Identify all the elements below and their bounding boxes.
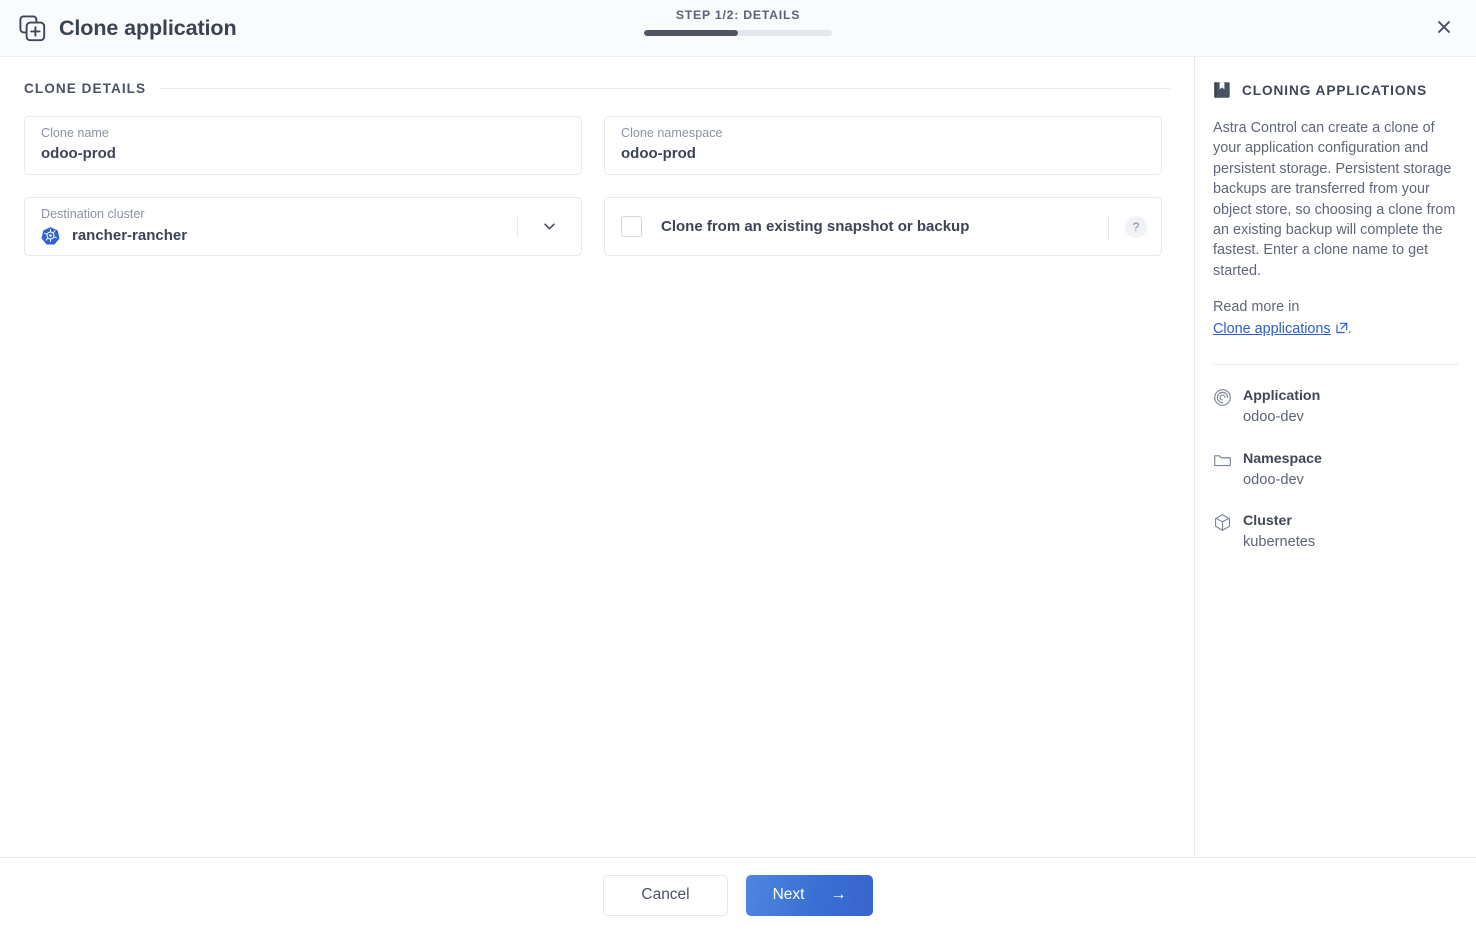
clone-from-snapshot-help-group: ? <box>1108 198 1161 255</box>
section-divider <box>160 88 1170 89</box>
step-progress-fill <box>644 30 738 36</box>
meta-value: odoo-dev <box>1243 471 1304 488</box>
question-mark-icon[interactable]: ? <box>1125 215 1147 238</box>
form-grid: Clone name odoo-prod Clone namespace odo… <box>24 116 1170 256</box>
clone-namespace-input[interactable]: odoo-prod <box>621 145 1147 164</box>
clone-details-section-header: CLONE DETAILS <box>24 81 1170 96</box>
dialog-body: CLONE DETAILS Clone name odoo-prod Clone… <box>0 57 1476 858</box>
next-button-label: Next <box>772 886 805 903</box>
destination-cluster-value: rancher-rancher <box>72 226 188 244</box>
clone-plus-icon <box>19 14 46 42</box>
book-icon <box>1213 81 1231 99</box>
help-divider <box>1108 214 1109 239</box>
cube-icon <box>1213 513 1232 532</box>
clone-from-snapshot-field[interactable]: Clone from an existing snapshot or backu… <box>604 197 1162 256</box>
folder-icon <box>1213 451 1232 470</box>
dialog-title-group: Clone application <box>0 14 237 42</box>
step-label: STEP 1/2: DETAILS <box>675 8 801 22</box>
close-button[interactable] <box>1426 10 1462 46</box>
next-button[interactable]: Next → <box>746 874 873 916</box>
section-title: CLONE DETAILS <box>24 81 147 96</box>
meta-text-group: Namespace odoo-dev <box>1243 450 1322 491</box>
sidebar-header: CLONING APPLICATIONS <box>1213 81 1458 99</box>
help-sidebar: CLONING APPLICATIONS Astra Control can c… <box>1195 57 1476 857</box>
clone-details-form: CLONE DETAILS Clone name odoo-prod Clone… <box>0 57 1195 857</box>
destination-cluster-label: Destination cluster <box>41 207 145 221</box>
meta-item-namespace: Namespace odoo-dev <box>1213 450 1458 491</box>
meta-value: odoo-dev <box>1243 409 1304 426</box>
clone-from-snapshot-checkbox[interactable] <box>621 216 642 237</box>
read-more-prefix: Read more in <box>1213 299 1300 316</box>
meta-text-group: Application odoo-dev <box>1243 387 1320 428</box>
destination-cluster-select[interactable]: Destination cluster rancher-rancher <box>24 197 582 256</box>
sidebar-read-more: Read more in Clone applications. <box>1213 297 1458 340</box>
clone-name-label: Clone name <box>41 126 109 140</box>
meta-key: Cluster <box>1243 512 1292 529</box>
clone-name-input[interactable]: odoo-prod <box>41 145 567 164</box>
destination-cluster-value-row: rancher-rancher <box>41 226 567 245</box>
clone-from-snapshot-label[interactable]: Clone from an existing snapshot or backu… <box>661 218 969 235</box>
cancel-button[interactable]: Cancel <box>603 874 728 916</box>
clone-namespace-label: Clone namespace <box>621 126 723 140</box>
chevron-down-icon[interactable] <box>517 198 581 255</box>
meta-item-cluster: Cluster kubernetes <box>1213 512 1458 553</box>
meta-key: Namespace <box>1243 450 1322 467</box>
dialog-footer: Cancel Next → <box>0 858 1476 932</box>
sidebar-divider <box>1213 364 1458 366</box>
meta-item-application: Application odoo-dev <box>1213 387 1458 428</box>
sidebar-title: CLONING APPLICATIONS <box>1242 82 1428 98</box>
application-swirl-icon <box>1213 388 1232 407</box>
close-icon <box>1435 18 1453 39</box>
dialog-header: Clone application STEP 1/2: DETAILS <box>0 0 1476 57</box>
meta-text-group: Cluster kubernetes <box>1243 512 1315 553</box>
clone-namespace-field[interactable]: Clone namespace odoo-prod <box>604 116 1162 175</box>
clone-name-field[interactable]: Clone name odoo-prod <box>24 116 582 175</box>
kubernetes-icon <box>41 226 60 245</box>
link-suffix: . <box>1347 320 1352 337</box>
clone-application-dialog: Clone application STEP 1/2: DETAILS CLON… <box>0 0 1476 932</box>
external-link-icon[interactable] <box>1336 320 1348 333</box>
page-title: Clone application <box>59 15 237 40</box>
step-progress-bar <box>644 30 832 36</box>
meta-value: kubernetes <box>1243 534 1316 551</box>
arrow-right-icon: → <box>830 886 847 903</box>
meta-key: Application <box>1243 388 1321 405</box>
sidebar-description: Astra Control can create a clone of your… <box>1213 120 1456 279</box>
clone-applications-link[interactable]: Clone applications <box>1213 321 1331 337</box>
